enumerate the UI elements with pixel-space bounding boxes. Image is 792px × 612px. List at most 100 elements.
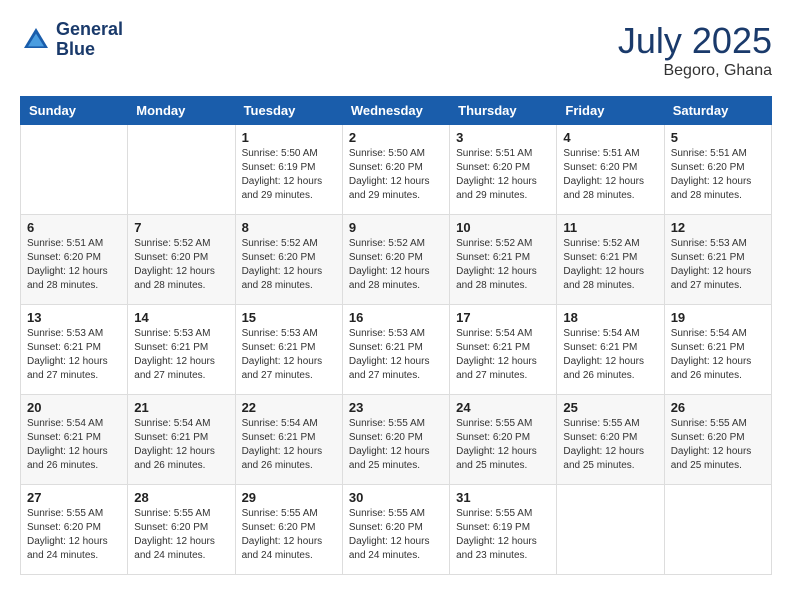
calendar-cell: 5 Sunrise: 5:51 AM Sunset: 6:20 PM Daylig… <box>664 125 771 215</box>
calendar-cell: 28 Sunrise: 5:55 AM Sunset: 6:20 PM Dayli… <box>128 485 235 575</box>
day-number: 19 <box>671 310 765 325</box>
logo: General Blue <box>20 20 123 60</box>
day-info: Sunrise: 5:51 AM Sunset: 6:20 PM Dayligh… <box>456 147 550 203</box>
day-info: Sunrise: 5:55 AM Sunset: 6:20 PM Dayligh… <box>349 507 443 563</box>
calendar-cell: 23 Sunrise: 5:55 AM Sunset: 6:20 PM Dayli… <box>342 395 449 485</box>
day-number: 6 <box>27 220 121 235</box>
day-number: 10 <box>456 220 550 235</box>
day-info: Sunrise: 5:55 AM Sunset: 6:20 PM Dayligh… <box>134 507 228 563</box>
calendar-cell: 3 Sunrise: 5:51 AM Sunset: 6:20 PM Daylig… <box>450 125 557 215</box>
day-number: 7 <box>134 220 228 235</box>
day-number: 14 <box>134 310 228 325</box>
day-number: 27 <box>27 490 121 505</box>
day-info: Sunrise: 5:55 AM Sunset: 6:20 PM Dayligh… <box>671 417 765 473</box>
calendar-cell: 29Sunrise: 5:55 AM Sunset: 6:20 PM Dayli… <box>235 485 342 575</box>
day-info: Sunrise: 5:54 AM Sunset: 6:21 PM Dayligh… <box>27 417 121 473</box>
day-info: Sunrise: 5:53 AM Sunset: 6:21 PM Dayligh… <box>27 327 121 383</box>
day-info: Sunrise: 5:51 AM Sunset: 6:20 PM Dayligh… <box>671 147 765 203</box>
day-info: Sunrise: 5:54 AM Sunset: 6:21 PM Dayligh… <box>563 327 657 383</box>
day-info: Sunrise: 5:54 AM Sunset: 6:21 PM Dayligh… <box>671 327 765 383</box>
calendar-cell: 13 Sunrise: 5:53 AM Sunset: 6:21 PM Dayli… <box>21 305 128 395</box>
calendar-cell <box>21 125 128 215</box>
day-number: 21 <box>134 400 228 415</box>
calendar-cell: 27 Sunrise: 5:55 AM Sunset: 6:20 PM Dayli… <box>21 485 128 575</box>
page-header: General Blue July 2025 Begoro, Ghana <box>20 20 772 80</box>
calendar-cell: 21 Sunrise: 5:54 AM Sunset: 6:21 PM Dayli… <box>128 395 235 485</box>
day-info: Sunrise: 5:52 AM Sunset: 6:21 PM Dayligh… <box>563 237 657 293</box>
calendar-cell: 15 Sunrise: 5:53 AM Sunset: 6:21 PM Dayli… <box>235 305 342 395</box>
day-info: Sunrise: 5:53 AM Sunset: 6:21 PM Dayligh… <box>134 327 228 383</box>
calendar-cell: 31 Sunrise: 5:55 AM Sunset: 6:19 PM Dayli… <box>450 485 557 575</box>
day-number: 9 <box>349 220 443 235</box>
calendar-body: 1 Sunrise: 5:50 AM Sunset: 6:19 PM Daylig… <box>21 125 772 575</box>
calendar-cell: 24Sunrise: 5:55 AM Sunset: 6:20 PM Dayli… <box>450 395 557 485</box>
calendar-week-row: 6 Sunrise: 5:51 AM Sunset: 6:20 PM Daylig… <box>21 215 772 305</box>
calendar-cell: 7 Sunrise: 5:52 AM Sunset: 6:20 PM Daylig… <box>128 215 235 305</box>
weekday-header: Wednesday <box>342 97 449 125</box>
calendar-cell: 12 Sunrise: 5:53 AM Sunset: 6:21 PM Dayli… <box>664 215 771 305</box>
day-number: 25 <box>563 400 657 415</box>
day-number: 12 <box>671 220 765 235</box>
day-number: 1 <box>242 130 336 145</box>
day-number: 16 <box>349 310 443 325</box>
day-number: 2 <box>349 130 443 145</box>
weekday-header: Sunday <box>21 97 128 125</box>
calendar: SundayMondayTuesdayWednesdayThursdayFrid… <box>20 96 772 575</box>
day-number: 5 <box>671 130 765 145</box>
day-info: Sunrise: 5:52 AM Sunset: 6:20 PM Dayligh… <box>242 237 336 293</box>
day-info: Sunrise: 5:52 AM Sunset: 6:20 PM Dayligh… <box>349 237 443 293</box>
day-info: Sunrise: 5:54 AM Sunset: 6:21 PM Dayligh… <box>456 327 550 383</box>
calendar-cell: 19 Sunrise: 5:54 AM Sunset: 6:21 PM Dayli… <box>664 305 771 395</box>
day-info: Sunrise: 5:55 AM Sunset: 6:20 PM Dayligh… <box>27 507 121 563</box>
day-number: 17 <box>456 310 550 325</box>
day-info: Sunrise: 5:53 AM Sunset: 6:21 PM Dayligh… <box>671 237 765 293</box>
day-info: Sunrise: 5:55 AM Sunset: 6:20 PM Dayligh… <box>349 417 443 473</box>
logo-icon <box>20 24 52 56</box>
day-number: 18 <box>563 310 657 325</box>
day-number: 30 <box>349 490 443 505</box>
day-number: 23 <box>349 400 443 415</box>
calendar-cell: 4 Sunrise: 5:51 AM Sunset: 6:20 PM Daylig… <box>557 125 664 215</box>
day-info: Sunrise: 5:53 AM Sunset: 6:21 PM Dayligh… <box>242 327 336 383</box>
calendar-cell: 20Sunrise: 5:54 AM Sunset: 6:21 PM Dayli… <box>21 395 128 485</box>
weekday-header: Monday <box>128 97 235 125</box>
calendar-cell: 14 Sunrise: 5:53 AM Sunset: 6:21 PM Dayli… <box>128 305 235 395</box>
day-number: 3 <box>456 130 550 145</box>
calendar-cell: 16Sunrise: 5:53 AM Sunset: 6:21 PM Dayli… <box>342 305 449 395</box>
calendar-cell: 18 Sunrise: 5:54 AM Sunset: 6:21 PM Dayli… <box>557 305 664 395</box>
weekday-header: Friday <box>557 97 664 125</box>
calendar-cell: 8Sunrise: 5:52 AM Sunset: 6:20 PM Daylig… <box>235 215 342 305</box>
day-info: Sunrise: 5:51 AM Sunset: 6:20 PM Dayligh… <box>563 147 657 203</box>
calendar-week-row: 1 Sunrise: 5:50 AM Sunset: 6:19 PM Daylig… <box>21 125 772 215</box>
day-info: Sunrise: 5:54 AM Sunset: 6:21 PM Dayligh… <box>134 417 228 473</box>
day-info: Sunrise: 5:54 AM Sunset: 6:21 PM Dayligh… <box>242 417 336 473</box>
weekday-header-row: SundayMondayTuesdayWednesdayThursdayFrid… <box>21 97 772 125</box>
location: Begoro, Ghana <box>618 62 772 80</box>
calendar-cell: 25Sunrise: 5:55 AM Sunset: 6:20 PM Dayli… <box>557 395 664 485</box>
day-number: 28 <box>134 490 228 505</box>
day-number: 15 <box>242 310 336 325</box>
calendar-cell <box>664 485 771 575</box>
day-number: 4 <box>563 130 657 145</box>
day-number: 29 <box>242 490 336 505</box>
day-number: 13 <box>27 310 121 325</box>
calendar-week-row: 27 Sunrise: 5:55 AM Sunset: 6:20 PM Dayli… <box>21 485 772 575</box>
calendar-week-row: 20Sunrise: 5:54 AM Sunset: 6:21 PM Dayli… <box>21 395 772 485</box>
weekday-header: Tuesday <box>235 97 342 125</box>
title-block: July 2025 Begoro, Ghana <box>618 20 772 80</box>
calendar-cell: 26 Sunrise: 5:55 AM Sunset: 6:20 PM Dayli… <box>664 395 771 485</box>
calendar-cell: 10Sunrise: 5:52 AM Sunset: 6:21 PM Dayli… <box>450 215 557 305</box>
day-info: Sunrise: 5:50 AM Sunset: 6:19 PM Dayligh… <box>242 147 336 203</box>
day-number: 22 <box>242 400 336 415</box>
calendar-cell: 6 Sunrise: 5:51 AM Sunset: 6:20 PM Daylig… <box>21 215 128 305</box>
day-info: Sunrise: 5:52 AM Sunset: 6:20 PM Dayligh… <box>134 237 228 293</box>
day-number: 31 <box>456 490 550 505</box>
calendar-cell <box>557 485 664 575</box>
logo-text: General Blue <box>56 20 123 60</box>
day-number: 26 <box>671 400 765 415</box>
month-title: July 2025 <box>618 20 772 62</box>
day-info: Sunrise: 5:51 AM Sunset: 6:20 PM Dayligh… <box>27 237 121 293</box>
calendar-cell: 11Sunrise: 5:52 AM Sunset: 6:21 PM Dayli… <box>557 215 664 305</box>
day-info: Sunrise: 5:55 AM Sunset: 6:19 PM Dayligh… <box>456 507 550 563</box>
day-number: 24 <box>456 400 550 415</box>
